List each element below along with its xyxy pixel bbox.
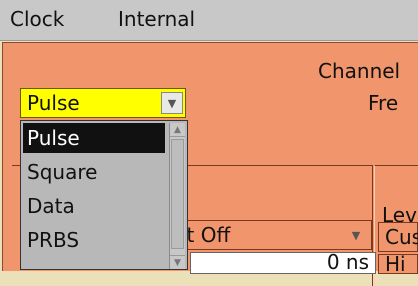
- chevron-down-icon[interactable]: ▼: [161, 92, 183, 114]
- delay-input[interactable]: 0 ns: [190, 252, 376, 274]
- menu-internal[interactable]: Internal: [118, 6, 195, 32]
- delay-value: 0 ns: [326, 252, 369, 274]
- waveform-select-value: Pulse: [27, 91, 80, 115]
- level-high-value: Hi: [385, 254, 406, 274]
- frequency-label: Fre: [368, 91, 399, 115]
- option-prbs[interactable]: PRBS: [23, 225, 165, 255]
- scroll-thumb[interactable]: [171, 139, 184, 249]
- level-mode-value: Cus: [385, 225, 418, 249]
- channel-title: Channel: [318, 59, 401, 83]
- level-mode-select[interactable]: Cus: [378, 222, 418, 252]
- menu-clock[interactable]: Clock: [10, 6, 64, 32]
- option-pulse[interactable]: Pulse: [23, 123, 165, 153]
- output-select[interactable]: ıt Off ▼: [172, 220, 372, 250]
- output-select-value: ıt Off: [181, 223, 231, 247]
- waveform-select[interactable]: Pulse ▼: [20, 88, 186, 118]
- dropdown-scrollbar[interactable]: ▲ ▼: [169, 123, 185, 269]
- waveform-dropdown-list: Pulse Square Data PRBS ▲ ▼: [20, 120, 188, 270]
- scroll-up-icon[interactable]: ▲: [170, 123, 185, 137]
- menu-bar: Clock Internal: [0, 0, 418, 41]
- option-data[interactable]: Data: [23, 191, 165, 221]
- option-square[interactable]: Square: [23, 157, 165, 187]
- scroll-down-icon[interactable]: ▼: [170, 255, 185, 269]
- chevron-down-icon[interactable]: ▼: [345, 224, 367, 246]
- level-high-field[interactable]: Hi: [378, 254, 418, 274]
